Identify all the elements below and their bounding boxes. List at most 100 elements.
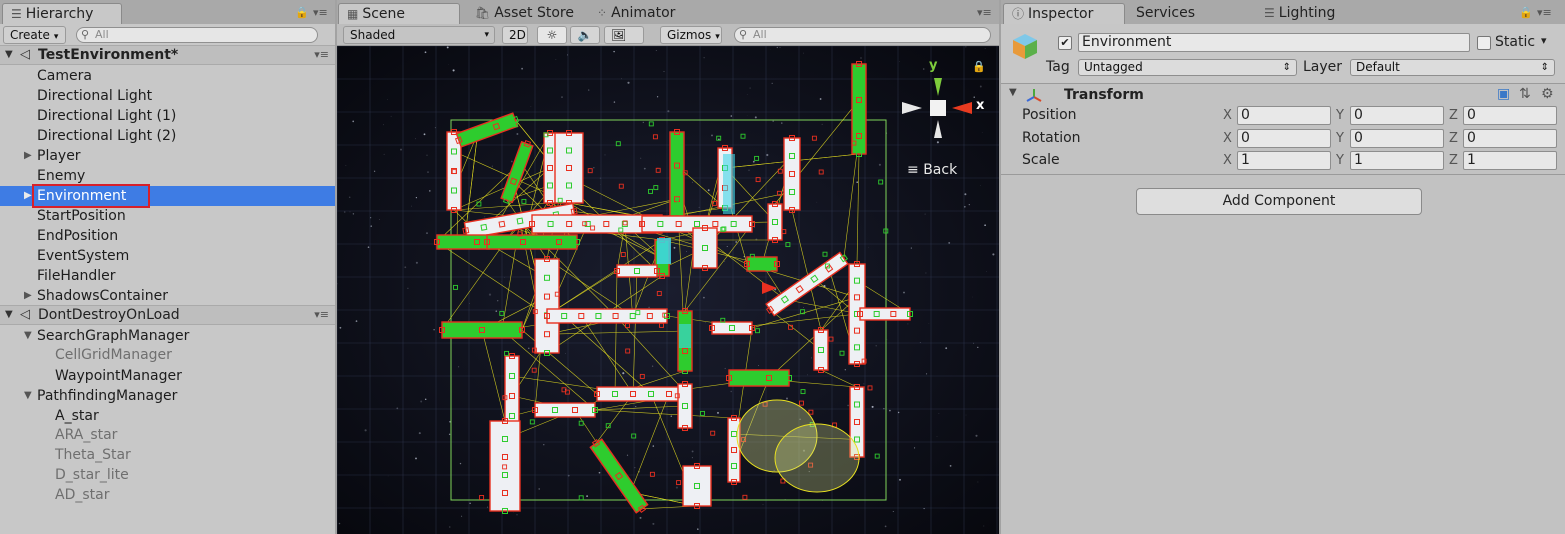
hierarchy-item[interactable]: ▼ SearchGraphManager (0, 326, 335, 346)
dropdown-arrow-icon[interactable]: ▾ (1541, 34, 1547, 47)
lock-icon[interactable]: 🔒 (1519, 6, 1533, 19)
reference-book-icon[interactable]: ▣ (1497, 86, 1510, 102)
gameobject-cube-icon (1013, 34, 1037, 59)
y-axis-label: Y (1336, 108, 1344, 123)
neg-x-cone[interactable] (902, 102, 922, 114)
panel-menu-icon[interactable]: ▾≡ (977, 6, 992, 19)
item-label: D_star_lite (55, 467, 129, 483)
expand-arrow-icon[interactable]: ▶ (24, 286, 32, 306)
hierarchy-item[interactable]: Directional Light (0, 86, 335, 106)
tab-lighting[interactable]: ☰ Lighting (1256, 3, 1366, 24)
hierarchy-item[interactable]: Enemy (0, 166, 335, 186)
store-icon: 🛍 (475, 6, 491, 20)
tab-animator-label: Animator (611, 5, 676, 21)
inspector-tabbar: ⓘ Inspector Services ☰ Lighting 🔒 ▾≡ (1001, 0, 1565, 24)
audio-toggle-button[interactable]: 🔈 (570, 26, 600, 44)
y-axis-cone[interactable] (934, 78, 942, 96)
hierarchy-item[interactable]: EventSystem (0, 246, 335, 266)
hierarchy-item[interactable]: A_star (0, 406, 335, 426)
tab-scene[interactable]: ▦ Scene (338, 3, 460, 24)
lock-icon[interactable]: 🔒 (295, 6, 309, 19)
panel-menu-icon[interactable]: ▾≡ (1537, 6, 1552, 19)
hierarchy-item[interactable]: Directional Light (1) (0, 106, 335, 126)
layer-value: Default (1356, 60, 1400, 74)
hierarchy-item[interactable]: D_star_lite (0, 465, 335, 485)
hierarchy-item[interactable]: AD_star (0, 485, 335, 505)
transform-title: Transform (1064, 87, 1144, 103)
add-component-button[interactable]: Add Component (1136, 188, 1422, 215)
hierarchy-item[interactable]: Camera (0, 66, 335, 86)
hierarchy-item[interactable]: ▶ ShadowsContainer (0, 286, 335, 306)
hierarchy-item[interactable]: CellGridManager (0, 345, 335, 365)
back-label-text: Back (923, 162, 958, 178)
scene-header-dontdestroyonload[interactable]: ▼ ◁ DontDestroyOnLoad ▾≡ (0, 305, 335, 325)
expand-arrow-icon[interactable]: ▼ (5, 49, 13, 60)
tab-hierarchy[interactable]: ☰ Hierarchy (2, 3, 122, 24)
gizmos-dropdown[interactable]: Gizmos ▾ (660, 26, 722, 44)
tab-inspector[interactable]: ⓘ Inspector (1003, 3, 1125, 24)
scene-header-testenvironment[interactable]: ▼ ◁ TestEnvironment* ▾≡ (0, 45, 335, 65)
rotation-z-value: 0 (1467, 130, 1476, 146)
tag-dropdown[interactable]: Untagged ⇕ (1078, 59, 1297, 76)
panel-menu-icon[interactable]: ▾≡ (313, 6, 328, 19)
gear-icon[interactable]: ⚙ (1541, 86, 1554, 102)
hierarchy-item-selected[interactable]: ▶ Environment (0, 184, 335, 208)
collapse-arrow-icon[interactable]: ▼ (24, 386, 32, 406)
tab-animator[interactable]: ⁘ Animator (589, 3, 689, 24)
scene-menu-icon[interactable]: ▾≡ (314, 48, 329, 61)
collapse-arrow-icon[interactable]: ▼ (24, 326, 32, 346)
scale-x-field[interactable]: 1 (1237, 151, 1331, 170)
expand-arrow-icon[interactable]: ▶ (24, 186, 32, 206)
neg-y-cone[interactable] (934, 120, 942, 138)
updown-arrow-icon: ⇕ (1540, 62, 1549, 73)
collapse-arrow-icon[interactable]: ▼ (1009, 87, 1017, 98)
hierarchy-item[interactable]: ▶ Player (0, 146, 335, 166)
presets-icon[interactable]: ⇅ (1519, 86, 1531, 102)
2d-toggle-button[interactable]: 2D (502, 26, 528, 44)
hierarchy-item[interactable]: WaypointManager (0, 366, 335, 386)
hierarchy-item[interactable]: ▼ PathfindingManager (0, 386, 335, 406)
hierarchy-item[interactable]: FileHandler (0, 266, 335, 286)
rotation-y-field[interactable]: 0 (1350, 129, 1444, 148)
rotation-x-value: 0 (1241, 130, 1250, 146)
transform-header[interactable]: ▼ Transform ▣ ⇅ ⚙ (1001, 85, 1565, 107)
x-axis-cone[interactable] (952, 102, 972, 114)
scale-y-field[interactable]: 1 (1350, 151, 1444, 170)
position-z-field[interactable]: 0 (1463, 106, 1557, 125)
item-label: EventSystem (37, 248, 130, 264)
hierarchy-item[interactable]: StartPosition (0, 206, 335, 226)
tab-inspector-label: Inspector (1028, 6, 1094, 22)
gizmo-center-cube[interactable] (930, 100, 946, 116)
layer-dropdown[interactable]: Default ⇕ (1350, 59, 1555, 76)
scale-z-field[interactable]: 1 (1463, 151, 1557, 170)
scale-x-value: 1 (1241, 152, 1250, 168)
scene-menu-icon[interactable]: ▾≡ (314, 308, 329, 321)
rotation-z-field[interactable]: 0 (1463, 129, 1557, 148)
back-view-label[interactable]: ≡ Back (907, 162, 957, 178)
speaker-icon: 🔈 (577, 28, 593, 42)
expand-arrow-icon[interactable]: ▶ (24, 146, 32, 166)
shading-mode-dropdown[interactable]: Shaded ▾ (343, 26, 495, 44)
scene-viewport[interactable]: 🔒 y x ≡ Back (337, 46, 999, 534)
hierarchy-item[interactable]: Theta_Star (0, 445, 335, 465)
lighting-toggle-button[interactable]: ☼ (537, 26, 567, 44)
static-checkbox[interactable] (1477, 36, 1491, 50)
create-button[interactable]: Create ▾ (3, 26, 66, 44)
hierarchy-item[interactable]: Directional Light (2) (0, 126, 335, 146)
scene-search-input[interactable]: ⚲ All (734, 27, 991, 43)
tab-services[interactable]: Services (1128, 3, 1248, 24)
position-y-field[interactable]: 0 (1350, 106, 1444, 125)
orientation-gizmo[interactable]: y x (892, 58, 984, 168)
hierarchy-item[interactable]: EndPosition (0, 226, 335, 246)
rotation-x-field[interactable]: 0 (1237, 129, 1331, 148)
tab-asset-store[interactable]: 🛍 Asset Store (467, 3, 585, 24)
rotation-label: Rotation (1022, 130, 1081, 146)
object-name-field[interactable]: Environment (1078, 33, 1470, 52)
active-checkbox[interactable]: ✔ (1058, 36, 1072, 50)
position-x-field[interactable]: 0 (1237, 106, 1331, 125)
x-axis-label: X (1223, 108, 1232, 123)
effects-toggle-button[interactable]: 🖼▾ (604, 26, 644, 59)
hierarchy-item[interactable]: ARA_star (0, 425, 335, 445)
hierarchy-search-input[interactable]: ⚲ All (76, 27, 318, 43)
expand-arrow-icon[interactable]: ▼ (5, 309, 13, 320)
